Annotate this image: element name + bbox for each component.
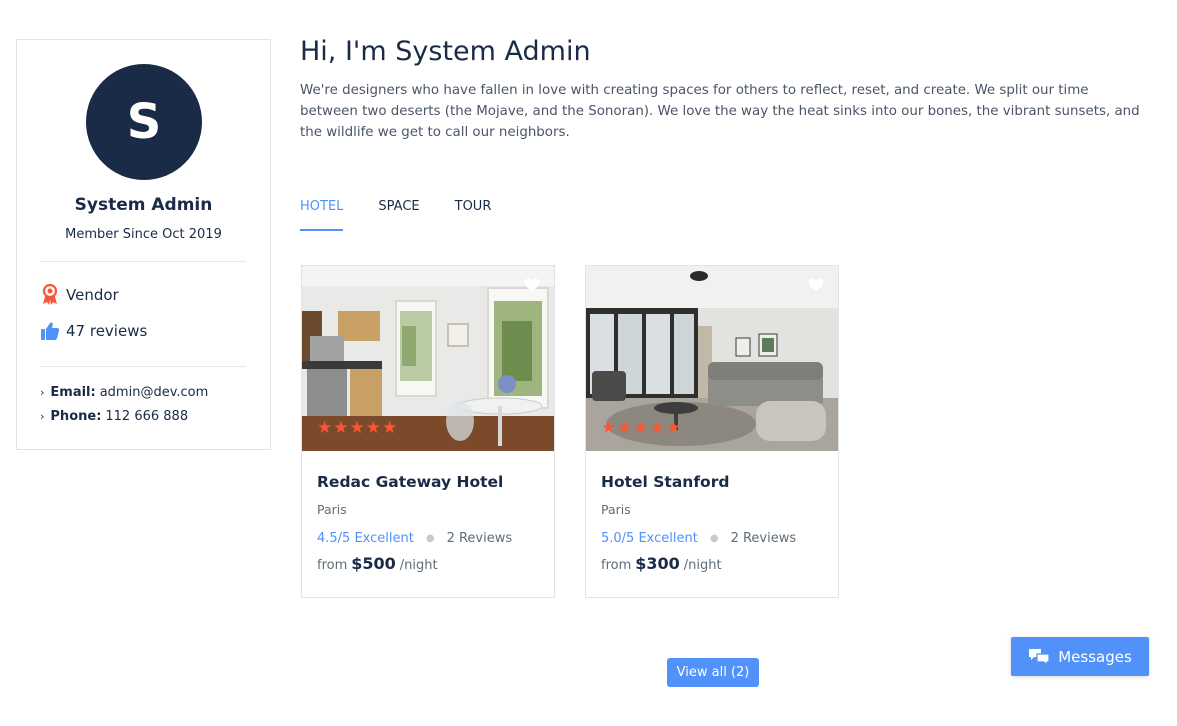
star-icon: ★ <box>649 418 665 438</box>
price-prefix: from <box>317 558 348 573</box>
avatar: S <box>86 64 202 180</box>
star-rating: ★ ★ ★ ★ ★ <box>601 420 682 437</box>
star-icon: ★ <box>666 418 682 438</box>
star-icon: ★ <box>365 418 381 438</box>
email-row: › Email: admin@dev.com <box>40 385 208 400</box>
view-all-button[interactable]: View all (2) <box>667 658 759 687</box>
rating-score: 4.5/5 Excellent <box>317 531 414 546</box>
listing-location: Paris <box>317 502 347 517</box>
award-icon <box>40 284 60 306</box>
tab-tour[interactable]: TOUR <box>455 199 492 231</box>
star-icon: ★ <box>382 418 398 438</box>
listing-rating: 5.0/5 Excellent ● 2 Reviews <box>601 531 796 546</box>
chevron-right-icon: › <box>40 410 45 423</box>
listing-location: Paris <box>601 502 631 517</box>
listing-tabs: HOTEL SPACE TOUR <box>300 199 526 231</box>
profile-card: S System Admin Member Since Oct 2019 Ven… <box>16 39 271 450</box>
divider <box>40 366 246 367</box>
listing-price: from $300 /night <box>601 554 722 573</box>
price-unit: /night <box>683 558 722 573</box>
chat-bubbles-icon <box>1028 648 1050 666</box>
phone-value: 112 666 888 <box>105 409 189 424</box>
living-room-photo[interactable]: ★ ★ ★ ★ ★ <box>586 266 838 451</box>
listing-price: from $500 /night <box>317 554 438 573</box>
price-amount: $300 <box>635 554 680 573</box>
star-icon: ★ <box>633 418 649 438</box>
separator-dot: ● <box>425 533 435 544</box>
price-amount: $500 <box>351 554 396 573</box>
star-icon: ★ <box>349 418 365 438</box>
reviews-count: 47 reviews <box>66 322 148 340</box>
review-count: 2 Reviews <box>446 531 513 546</box>
bio-text: We're designers who have fallen in love … <box>300 83 1140 140</box>
phone-row: › Phone: 112 666 888 <box>40 409 188 424</box>
separator-dot: ● <box>709 533 719 544</box>
phone-label: Phone: <box>50 409 102 424</box>
heart-icon[interactable] <box>807 276 825 294</box>
listing-title[interactable]: Redac Gateway Hotel <box>317 473 503 491</box>
email-value[interactable]: admin@dev.com <box>100 385 209 400</box>
price-prefix: from <box>601 558 632 573</box>
star-icon: ★ <box>317 418 333 438</box>
role-row: Vendor <box>40 284 119 306</box>
kitchen-photo[interactable]: ★ ★ ★ ★ ★ <box>302 266 554 451</box>
tab-space[interactable]: SPACE <box>378 199 419 231</box>
tab-hotel[interactable]: HOTEL <box>300 199 344 231</box>
messages-button[interactable]: Messages <box>1011 637 1149 676</box>
heart-icon[interactable] <box>523 276 541 294</box>
rating-score: 5.0/5 Excellent <box>601 531 698 546</box>
profile-name: System Admin <box>74 195 213 215</box>
listing-title[interactable]: Hotel Stanford <box>601 473 729 491</box>
listing-rating: 4.5/5 Excellent ● 2 Reviews <box>317 531 512 546</box>
messages-label: Messages <box>1058 647 1132 666</box>
price-unit: /night <box>399 558 438 573</box>
email-label: Email: <box>50 385 96 400</box>
review-count: 2 Reviews <box>730 531 797 546</box>
star-icon: ★ <box>617 418 633 438</box>
chevron-right-icon: › <box>40 386 45 399</box>
thumbs-up-icon <box>40 320 60 342</box>
divider <box>40 261 246 262</box>
member-since: Member Since Oct 2019 <box>65 227 222 242</box>
page-title: Hi, I'm System Admin <box>300 36 591 67</box>
role-label: Vendor <box>66 286 119 304</box>
reviews-row: 47 reviews <box>40 320 147 342</box>
star-rating: ★ ★ ★ ★ ★ <box>317 420 398 437</box>
listing-card[interactable]: ★ ★ ★ ★ ★ Hotel Stanford Paris 5.0/5 Exc… <box>585 265 839 598</box>
star-icon: ★ <box>333 418 349 438</box>
listing-card[interactable]: ★ ★ ★ ★ ★ Redac Gateway Hotel Paris 4.5/… <box>301 265 555 598</box>
star-icon: ★ <box>601 418 617 438</box>
